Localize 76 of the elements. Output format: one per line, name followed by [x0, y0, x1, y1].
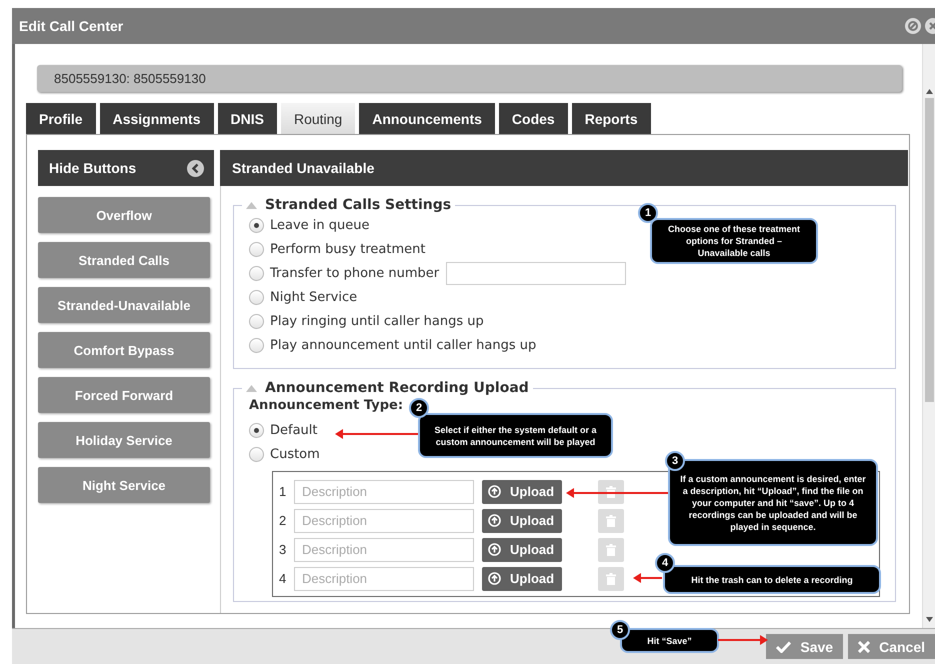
upload-icon — [488, 514, 501, 527]
radio-button[interactable] — [249, 446, 264, 462]
sidebar-title: Hide Buttons — [49, 160, 136, 176]
tab[interactable]: Routing — [280, 103, 356, 134]
upload-button[interactable]: Upload — [482, 566, 562, 590]
collapse-triangle-icon — [246, 384, 257, 392]
tab[interactable]: Assignments — [100, 103, 214, 134]
trash-icon — [606, 514, 616, 526]
panel-header: Stranded Unavailable — [220, 150, 908, 186]
row-number: 1 — [279, 484, 288, 499]
phone-number-field[interactable] — [446, 262, 626, 284]
row-number: 3 — [279, 542, 288, 557]
minimize-icon[interactable] — [905, 18, 921, 34]
tab[interactable]: DNIS — [218, 103, 277, 134]
radio-button[interactable] — [249, 290, 264, 304]
row-number: 2 — [279, 513, 288, 528]
sidebar-button[interactable]: Stranded Calls — [38, 242, 210, 278]
tab[interactable]: Announcements — [359, 103, 495, 134]
record-name-bar: 8505559130: 8505559130 — [37, 65, 902, 92]
option-label: Perform busy treatment — [270, 242, 426, 256]
upload-button[interactable]: Upload — [482, 480, 562, 504]
upload-button[interactable]: Upload — [482, 508, 562, 532]
option-label: Custom — [270, 446, 320, 462]
sidebar-button[interactable]: Stranded-Unavailable — [38, 287, 210, 323]
callout-note: Choose one of these treatment options for Stranded – Unavailable calls — [650, 218, 818, 264]
trash-icon — [606, 572, 616, 584]
description-field[interactable]: Description — [294, 566, 474, 590]
arrow — [718, 635, 768, 645]
scroll-up-icon — [926, 89, 932, 94]
radio-button[interactable] — [249, 314, 264, 328]
cancel-button[interactable]: Cancel — [848, 634, 935, 659]
tab[interactable]: Reports — [572, 103, 651, 134]
upload-icon — [488, 572, 501, 585]
option-label: Play announcement until caller hangs up — [270, 338, 536, 352]
description-field[interactable]: Description — [294, 480, 474, 504]
option-label: Night Service — [270, 290, 358, 304]
collapse-icon — [187, 160, 204, 176]
upload-icon — [488, 485, 501, 498]
sidebar-button[interactable]: Night Service — [38, 467, 210, 503]
option-label: Transfer to phone number — [270, 266, 440, 280]
sidebar-button[interactable]: Forced Forward — [38, 377, 210, 413]
radio-button[interactable] — [249, 218, 264, 232]
radio-button[interactable] — [249, 422, 264, 438]
upload-icon — [488, 543, 501, 556]
scrollbar[interactable] — [922, 44, 935, 628]
fieldset-legend: Stranded Calls Settings — [265, 197, 452, 213]
radio-button[interactable] — [249, 242, 264, 256]
upload-button[interactable]: Upload — [482, 538, 562, 562]
row-number: 4 — [279, 571, 288, 586]
scroll-thumb[interactable] — [924, 98, 934, 402]
check-icon — [776, 640, 792, 652]
tab[interactable]: Codes — [498, 103, 568, 134]
collapse-triangle-icon — [246, 202, 257, 208]
callout-note: Hit the trash can to delete a recording — [663, 565, 881, 594]
option-label: Default — [270, 422, 318, 438]
tab[interactable]: Profile — [26, 103, 96, 134]
cross-icon — [858, 640, 870, 652]
sidebar-button[interactable]: Comfort Bypass — [38, 332, 210, 368]
arrow — [633, 573, 662, 583]
option-label: Leave in queue — [270, 218, 370, 232]
sidebar-header[interactable]: Hide Buttons — [38, 150, 214, 186]
radio-button[interactable] — [249, 338, 264, 352]
save-button[interactable]: Save — [766, 634, 844, 659]
sidebar-button[interactable]: Holiday Service — [38, 422, 210, 458]
callout-note: Select if either the system default or a custom announcement will be played — [418, 413, 613, 458]
option-label: Play ringing until caller hangs up — [270, 314, 484, 328]
description-field[interactable]: Description — [294, 538, 474, 562]
delete-button[interactable] — [598, 480, 624, 504]
announcement-type-label: Announcement Type: — [249, 398, 404, 415]
scroll-down-icon — [926, 617, 932, 622]
sidebar-button[interactable]: Overflow — [38, 197, 210, 233]
fieldset-legend: Announcement Recording Upload — [265, 380, 529, 396]
trash-icon — [606, 544, 616, 556]
radio-button[interactable] — [249, 266, 264, 280]
description-field[interactable]: Description — [294, 508, 474, 532]
window-title: Edit Call Center — [19, 18, 124, 34]
